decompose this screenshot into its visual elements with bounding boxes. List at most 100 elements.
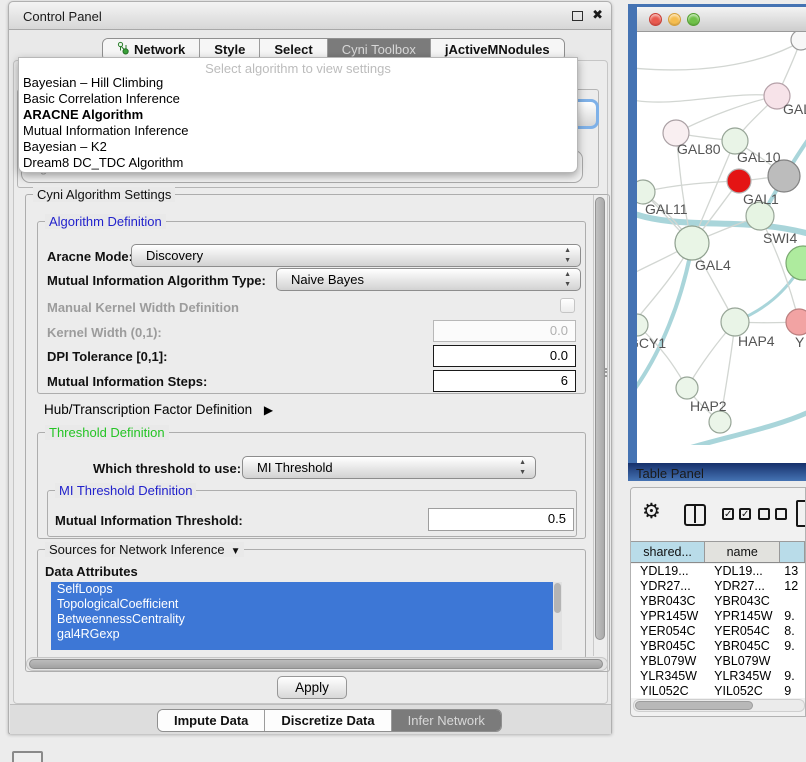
unchecked-box-icon[interactable] <box>775 508 787 520</box>
network-node-label: Y <box>795 334 805 350</box>
table-row[interactable]: YER054C YER054C 8. <box>631 624 805 639</box>
network-node-label: HAP4 <box>738 333 775 349</box>
which-threshold-value: MI Threshold <box>257 460 333 475</box>
checked-box-icon[interactable]: ✓ <box>722 508 734 520</box>
algorithm-option[interactable]: Mutual Information Inference <box>22 123 576 139</box>
control-panel-title: Control Panel <box>23 9 102 24</box>
table-horizontal-scrollbar[interactable] <box>633 699 805 712</box>
network-node[interactable] <box>637 314 648 336</box>
network-node[interactable] <box>727 169 751 193</box>
attr-items: SelfLoopsTopologicalCoefficientBetweenne… <box>51 582 562 642</box>
tab-discretize-data[interactable]: Discretize Data <box>264 710 390 731</box>
mi-threshold-field[interactable]: 0.5 <box>428 508 574 531</box>
algorithm-option[interactable]: ARACNE Algorithm <box>22 107 576 123</box>
algorithm-option[interactable]: Bayesian – Hill Climbing <box>22 75 576 91</box>
which-threshold-select[interactable]: MI Threshold ▲▼ <box>242 456 536 479</box>
network-node[interactable] <box>786 246 806 280</box>
mac-minimize-icon[interactable] <box>668 13 681 26</box>
list-item[interactable]: gal4RGexp <box>51 627 562 642</box>
apply-button[interactable]: Apply <box>277 676 347 699</box>
column-header-name[interactable]: name <box>705 542 780 562</box>
settings-horizontal-scrollbar[interactable] <box>26 657 608 671</box>
split-columns-icon[interactable] <box>684 504 706 526</box>
network-node-label: GAL80 <box>677 141 721 157</box>
screen: Control Panel ✖ Network Style Select Cyn… <box>0 0 806 762</box>
network-node-label: SWI4 <box>763 230 797 246</box>
mi-steps-field[interactable]: 6 <box>433 370 576 392</box>
cyni-algorithm-settings-title: Cyni Algorithm Settings <box>33 187 175 202</box>
kernel-width-field[interactable]: 0.0 <box>433 320 576 342</box>
network-node[interactable] <box>709 411 731 433</box>
table-row[interactable]: YPR145W YPR145W 9. <box>631 609 805 624</box>
column-header-shared-name[interactable]: shared... <box>631 542 705 562</box>
list-item[interactable]: BetweennessCentrality <box>51 612 562 627</box>
document-icon[interactable] <box>796 500 806 527</box>
network-window-titlebar[interactable] <box>637 7 806 32</box>
list-item[interactable]: TopologicalCoefficient <box>51 597 562 612</box>
table-row[interactable]: YIL052C YIL052C 9 <box>631 684 805 698</box>
dpi-tolerance-field[interactable]: 0.0 <box>433 345 576 367</box>
table-row[interactable]: YDL19... YDL19... 13 <box>631 564 805 579</box>
table-row[interactable]: YBL079W YBL079W <box>631 654 805 669</box>
table-row[interactable]: YBR045C YBR045C 9. <box>631 639 805 654</box>
network-node-label: GCY1 <box>637 335 666 351</box>
float-window-icon[interactable] <box>572 11 583 21</box>
column-header-partial[interactable] <box>780 542 805 562</box>
dock-panel-icon[interactable] <box>12 751 43 762</box>
network-canvas[interactable]: GALGAL80GAL10GAL1GAL11SWI4GAL4GCY1HAP4YH… <box>637 32 806 445</box>
algorithm-option[interactable]: Dream8 DC_TDC Algorithm <box>22 155 576 171</box>
mi-algorithm-type-label: Mutual Information Algorithm Type: <box>47 273 266 288</box>
settings-vertical-scrollbar[interactable] <box>593 195 607 656</box>
mac-zoom-icon[interactable] <box>687 13 700 26</box>
cyni-bottom-tabbar: Impute Data Discretize Data Infer Networ… <box>157 709 502 732</box>
dpi-tolerance-label: DPI Tolerance [0,1]: <box>47 349 167 364</box>
attributes-scroll-thumb[interactable] <box>554 583 561 613</box>
network-node[interactable] <box>791 32 806 50</box>
attributes-scrollbar[interactable] <box>553 582 562 650</box>
manual-kernel-width-label: Manual Kernel Width Definition <box>47 300 239 315</box>
unchecked-box-icon[interactable] <box>758 508 770 520</box>
manual-kernel-width-checkbox[interactable] <box>560 298 575 313</box>
algorithm-option[interactable]: Basic Correlation Inference <box>22 91 576 107</box>
network-node[interactable] <box>676 377 698 399</box>
stepper-arrows-icon: ▲▼ <box>519 458 526 478</box>
table-rows: YDL19... YDL19... 13 YDR27... YDR27... 1… <box>631 564 805 698</box>
table-row[interactable]: YBR043C YBR043C <box>631 594 805 609</box>
list-item-partial[interactable] <box>51 642 562 650</box>
table-header: shared... name <box>631 541 805 563</box>
network-node-label: GAL <box>783 101 806 117</box>
close-icon[interactable]: ✖ <box>592 7 603 23</box>
hub-definition-expander[interactable]: Hub/Transcription Factor Definition ▶ <box>44 402 273 417</box>
data-attributes-label: Data Attributes <box>45 564 138 579</box>
network-node[interactable] <box>721 308 749 336</box>
algorithm-option[interactable]: Bayesian – K2 <box>22 139 576 155</box>
mi-algorithm-type-select[interactable]: Naive Bayes ▲▼ <box>276 268 581 291</box>
table-horizontal-scroll-thumb[interactable] <box>635 701 753 710</box>
table-row[interactable]: YLR345W YLR345W 9. <box>631 669 805 684</box>
split-pane-handle[interactable] <box>605 368 609 377</box>
mi-threshold-label: Mutual Information Threshold: <box>55 513 243 528</box>
network-node-label: GAL10 <box>737 149 781 165</box>
network-node[interactable] <box>786 309 806 335</box>
settings-vertical-scroll-thumb[interactable] <box>595 197 605 640</box>
algorithm-items: Bayesian – Hill ClimbingBasic Correlatio… <box>22 75 576 171</box>
table-panel-title: Table Panel <box>636 466 704 481</box>
mi-algorithm-type-value: Naive Bayes <box>291 272 364 287</box>
network-node-label: GAL4 <box>695 257 731 273</box>
threshold-definition-title: Threshold Definition <box>45 425 169 440</box>
settings-horizontal-scroll-thumb[interactable] <box>29 659 603 669</box>
data-attributes-list[interactable]: SelfLoopsTopologicalCoefficientBetweenne… <box>51 582 562 650</box>
checked-box-icon[interactable]: ✓ <box>739 508 751 520</box>
network-node[interactable] <box>675 226 709 260</box>
network-node-label: GAL1 <box>743 191 779 207</box>
network-view-window: GALGAL80GAL10GAL1GAL11SWI4GAL4GCY1HAP4YH… <box>628 4 806 463</box>
network-icon <box>117 41 129 58</box>
mac-close-icon[interactable] <box>649 13 662 26</box>
table-row[interactable]: YDR27... YDR27... 12 <box>631 579 805 594</box>
tab-impute-data[interactable]: Impute Data <box>158 710 264 731</box>
sources-group-title[interactable]: Sources for Network Inference▼ <box>45 542 244 557</box>
aracne-mode-select[interactable]: Discovery ▲▼ <box>131 244 581 267</box>
tab-infer-network[interactable]: Infer Network <box>391 710 501 731</box>
list-item[interactable]: SelfLoops <box>51 582 562 597</box>
gear-icon[interactable]: ⚙ <box>642 501 661 522</box>
